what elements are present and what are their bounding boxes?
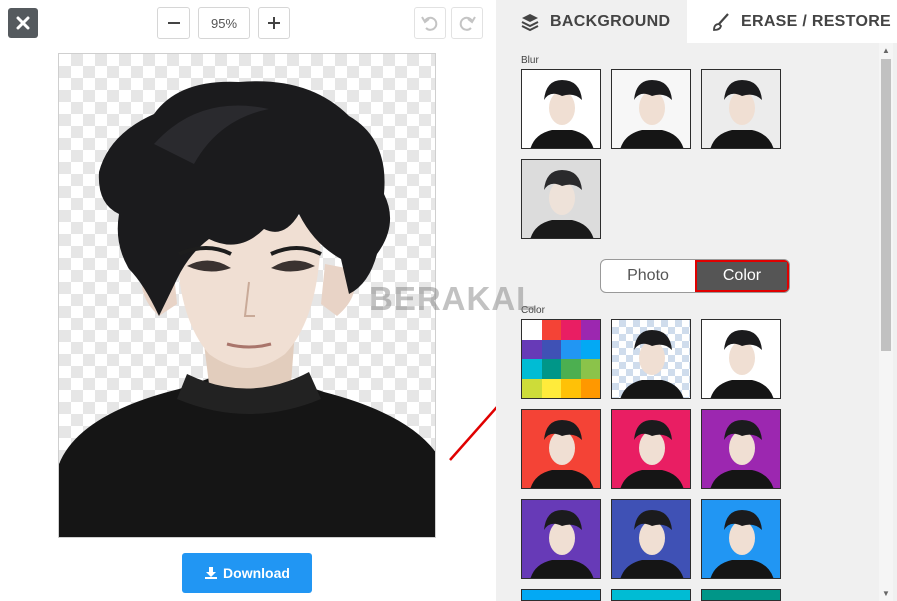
palette-swatch — [561, 378, 581, 398]
portrait-thumb — [530, 510, 594, 578]
tab-erase-restore[interactable]: ERASE / RESTORE — [687, 0, 897, 43]
teal-background-option[interactable] — [701, 589, 781, 601]
tab-erase-label: ERASE / RESTORE — [741, 12, 892, 30]
download-icon — [205, 567, 218, 579]
tab-background[interactable]: BACKGROUND — [496, 0, 687, 43]
palette-swatch — [541, 339, 561, 359]
close-icon — [16, 16, 30, 30]
color-palette-grid — [522, 320, 600, 398]
palette-swatch — [541, 320, 561, 340]
blur-option-thumb[interactable] — [611, 69, 691, 149]
toggle-color-button[interactable]: Color — [695, 260, 789, 292]
blur-section-label: Blur — [521, 55, 539, 66]
app-root: 95% Download BACKGROUND ERASE / RESTORE … — [0, 0, 897, 601]
palette-swatch — [522, 359, 542, 379]
zoom-level-field[interactable]: 95% — [198, 7, 250, 39]
palette-swatch — [561, 339, 581, 359]
portrait-thumb — [620, 510, 684, 578]
cyan-background-option[interactable] — [611, 589, 691, 601]
blur-option-thumb[interactable] — [701, 69, 781, 149]
portrait-thumb — [710, 420, 774, 488]
background-type-toggle: Photo Color — [600, 259, 790, 293]
color-palette-picker[interactable] — [521, 319, 601, 399]
portrait-thumb — [710, 510, 774, 578]
tab-background-label: BACKGROUND — [550, 12, 671, 30]
light-blue-background-option[interactable] — [521, 589, 601, 601]
palette-swatch — [580, 359, 600, 379]
blur-option-thumb[interactable] — [521, 159, 601, 239]
zoom-in-button[interactable] — [258, 7, 290, 39]
scroll-down-icon[interactable]: ▼ — [882, 589, 890, 598]
white-background-option[interactable] — [701, 319, 781, 399]
panel-scrollbar[interactable]: ▲ ▼ — [879, 43, 893, 601]
zoom-out-button[interactable] — [157, 7, 190, 39]
download-label: Download — [223, 565, 290, 581]
deep-purple-background-option[interactable] — [521, 499, 601, 579]
redo-button[interactable] — [451, 7, 483, 39]
portrait-thumb — [530, 170, 594, 238]
indigo-background-option[interactable] — [611, 499, 691, 579]
red-background-option[interactable] — [521, 409, 601, 489]
purple-background-option[interactable] — [701, 409, 781, 489]
right-panel: BACKGROUND ERASE / RESTORE Blur Photo Co… — [496, 0, 897, 601]
scrollbar-thumb[interactable] — [881, 59, 891, 351]
transparent-background-option[interactable] — [611, 319, 691, 399]
palette-swatch — [541, 359, 561, 379]
portrait-thumb — [620, 330, 684, 398]
palette-swatch — [522, 320, 542, 340]
pink-background-option[interactable] — [611, 409, 691, 489]
palette-swatch — [522, 339, 542, 359]
minus-icon — [167, 22, 180, 24]
portrait-thumb — [530, 80, 594, 148]
palette-swatch — [580, 320, 600, 340]
palette-swatch — [522, 378, 542, 398]
portrait-thumb — [710, 80, 774, 148]
palette-swatch — [580, 339, 600, 359]
palette-swatch — [541, 378, 561, 398]
undo-icon — [421, 16, 438, 31]
blue-background-option[interactable] — [701, 499, 781, 579]
palette-swatch — [561, 320, 581, 340]
blur-option-thumb[interactable] — [521, 69, 601, 149]
toggle-photo-button[interactable]: Photo — [601, 260, 695, 292]
palette-swatch — [561, 359, 581, 379]
brush-icon — [713, 12, 729, 31]
layers-icon — [521, 13, 539, 31]
undo-button[interactable] — [414, 7, 446, 39]
close-button[interactable] — [8, 8, 38, 38]
portrait-thumb — [710, 330, 774, 398]
scroll-up-icon[interactable]: ▲ — [882, 46, 890, 55]
watermark-text: BERAKAL — [369, 280, 538, 317]
portrait-thumb — [530, 420, 594, 488]
palette-swatch — [580, 378, 600, 398]
download-button[interactable]: Download — [182, 553, 312, 593]
plus-icon — [268, 17, 280, 29]
portrait-thumb — [620, 420, 684, 488]
redo-icon — [459, 16, 476, 31]
portrait-thumb — [620, 80, 684, 148]
